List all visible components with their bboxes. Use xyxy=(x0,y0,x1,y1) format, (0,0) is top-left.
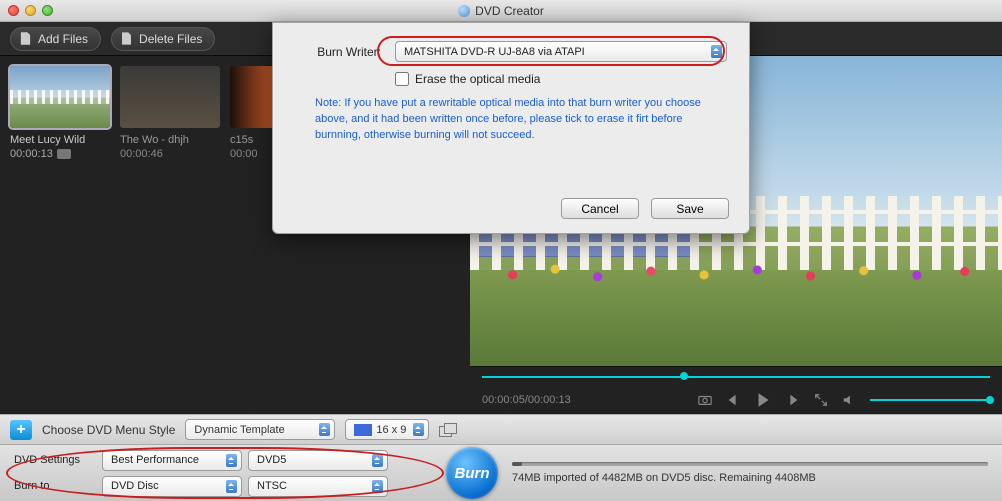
player-controls: 00:00:05/00:00:13 xyxy=(470,366,1002,414)
add-files-label: Add Files xyxy=(38,32,88,46)
save-button[interactable]: Save xyxy=(651,198,729,219)
window-traffic-lights xyxy=(8,5,53,16)
burn-writer-dialog: Burn Writer: MATSHITA DVD-R UJ-8A8 via A… xyxy=(272,22,750,234)
burn-writer-label: Burn Writer: xyxy=(295,45,381,59)
erase-checkbox[interactable] xyxy=(395,72,409,86)
media-thumb[interactable]: The Wo - dhjh 00:00:46 xyxy=(120,66,220,404)
window-title-text: DVD Creator xyxy=(475,4,544,18)
media-thumb-image xyxy=(10,66,110,128)
add-menu-button[interactable]: + xyxy=(10,420,32,440)
burn-target-select[interactable]: DVD Disc xyxy=(102,476,242,497)
media-thumb-title: The Wo - dhjh xyxy=(120,134,220,146)
ratio-icon xyxy=(354,424,372,436)
zoom-window-button[interactable] xyxy=(42,5,53,16)
next-icon[interactable] xyxy=(786,393,800,407)
volume-slider[interactable] xyxy=(870,399,990,401)
tv-format-select[interactable]: NTSC xyxy=(248,476,388,497)
titlebar: DVD Creator xyxy=(0,0,1002,22)
cancel-button[interactable]: Cancel xyxy=(561,198,639,219)
status-area: 74MB imported of 4482MB on DVD5 disc. Re… xyxy=(512,462,988,484)
media-thumb-title: Meet Lucy Wild xyxy=(10,134,110,146)
burn-writer-select[interactable]: MATSHITA DVD-R UJ-8A8 via ATAPI xyxy=(395,41,727,62)
disc-type-select[interactable]: DVD5 xyxy=(248,450,388,471)
play-icon[interactable] xyxy=(754,391,772,409)
media-thumb-image xyxy=(120,66,220,128)
dvd-settings-label: DVD Settings xyxy=(14,454,96,466)
delete-files-button[interactable]: Delete Files xyxy=(111,27,215,51)
edit-icon[interactable] xyxy=(57,149,71,159)
add-file-icon xyxy=(19,32,32,45)
app-icon xyxy=(458,5,470,17)
volume-icon[interactable] xyxy=(842,393,856,407)
fullscreen-icon[interactable] xyxy=(814,393,828,407)
prev-icon[interactable] xyxy=(726,393,740,407)
status-progress xyxy=(512,462,988,466)
burn-button[interactable]: Burn xyxy=(446,447,498,499)
delete-files-label: Delete Files xyxy=(139,32,202,46)
burn-to-label: Burn to xyxy=(14,480,96,492)
media-thumb-time: 00:00:13 xyxy=(10,148,110,160)
screens-icon[interactable] xyxy=(439,423,457,437)
seek-bar[interactable] xyxy=(470,367,1002,385)
status-text: 74MB imported of 4482MB on DVD5 disc. Re… xyxy=(512,472,988,484)
dialog-note: Note: If you have put a rewritable optic… xyxy=(315,96,717,144)
time-display: 00:00:05/00:00:13 xyxy=(482,394,571,406)
bottom-panel: DVD Settings Best Performance DVD5 Burn … xyxy=(0,445,1002,501)
menu-style-bar: + Choose DVD Menu Style Dynamic Template… xyxy=(0,414,1002,445)
minimize-window-button[interactable] xyxy=(25,5,36,16)
window-title: DVD Creator xyxy=(458,4,544,18)
media-thumb-time: 00:00:46 xyxy=(120,148,220,160)
template-select[interactable]: Dynamic Template xyxy=(185,419,335,440)
volume-thumb[interactable] xyxy=(986,396,994,404)
close-window-button[interactable] xyxy=(8,5,19,16)
delete-file-icon xyxy=(120,32,133,45)
media-thumb[interactable]: Meet Lucy Wild 00:00:13 xyxy=(10,66,110,404)
add-files-button[interactable]: Add Files xyxy=(10,27,101,51)
settings-grid: DVD Settings Best Performance DVD5 Burn … xyxy=(14,450,388,497)
erase-label: Erase the optical media xyxy=(415,72,540,86)
choose-menu-label: Choose DVD Menu Style xyxy=(42,423,175,437)
seek-thumb[interactable] xyxy=(680,372,688,380)
aspect-ratio-select[interactable]: 16 x 9 xyxy=(345,419,429,440)
performance-select[interactable]: Best Performance xyxy=(102,450,242,471)
camera-icon[interactable] xyxy=(698,393,712,407)
